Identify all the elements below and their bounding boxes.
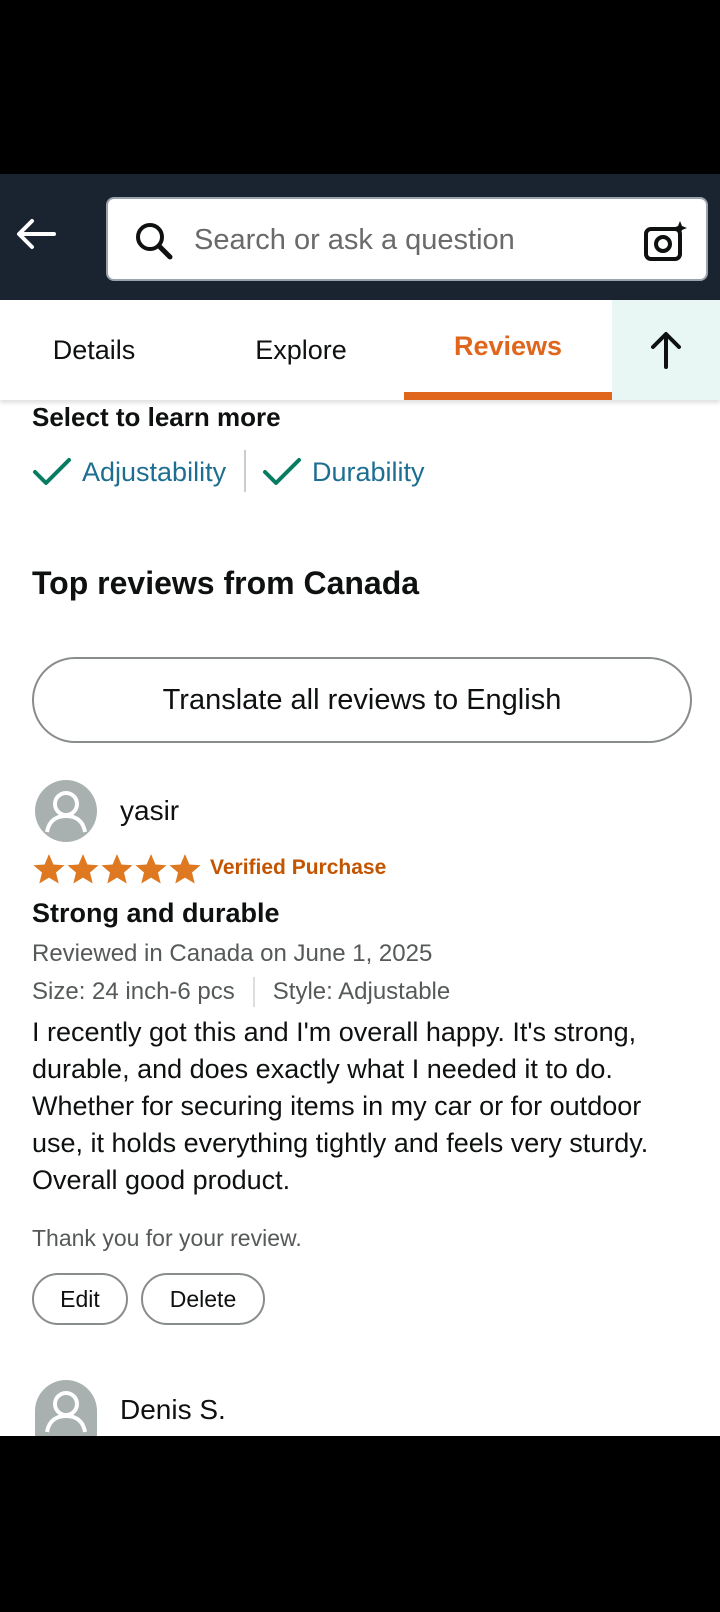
checkmark-icon [33,458,71,485]
star-icon [169,854,201,884]
verified-purchase-badge: Verified Purchase [210,856,387,879]
status-bar-area [0,0,720,174]
chip-adjustability[interactable]: Adjustability [32,450,226,494]
back-arrow-icon[interactable] [14,212,58,256]
arrow-up-icon [651,332,681,369]
top-reviews-heading: Top reviews from Canada [32,565,420,601]
review-thanks-note: Thank you for your review. [32,1225,302,1251]
edit-review-button[interactable]: Edit [32,1273,128,1325]
review-date: Reviewed in Canada on June 1, 2025 [32,940,433,967]
search-icon [136,223,173,260]
tab-bar: Details Explore Reviews [0,300,720,400]
scroll-to-top-button[interactable] [612,300,720,400]
review-body: I recently got this and I'm overall happ… [32,1017,649,1195]
star-icon [101,854,133,884]
avatar [35,780,97,842]
reviewer-name[interactable]: yasir [120,795,179,827]
variant-size: Size: 24 inch-6 pcs [32,978,235,1005]
camera-search-icon[interactable] [642,219,688,265]
avatar [35,1380,97,1436]
star-icon [33,854,65,884]
search-bar[interactable] [106,197,708,281]
chip-divider [244,450,246,492]
translate-reviews-button[interactable]: Translate all reviews to English [32,657,692,743]
tab-explore[interactable]: Explore [202,300,400,400]
learn-more-title: Select to learn more [32,402,281,432]
active-tab-indicator [404,392,612,400]
star-rating [32,852,202,886]
checkmark-icon [263,458,301,485]
star-icon [135,854,167,884]
tab-reviews[interactable]: Reviews [404,300,612,396]
top-navigation-bar [0,174,720,300]
chip-label: Durability [312,456,425,487]
search-input[interactable] [192,215,616,265]
review-variant: Size: 24 inch-6 pcs Style: Adjustable [32,977,450,1007]
star-icon [67,854,99,884]
delete-review-button[interactable]: Delete [141,1273,265,1325]
variant-style: Style: Adjustable [272,978,451,1005]
user-icon [45,1391,87,1433]
chip-label: Adjustability [82,456,227,487]
review-title: Strong and durable [32,898,280,928]
reviewer-name[interactable]: Denis S. [120,1394,226,1426]
navigation-bar-area [0,1436,720,1612]
user-icon [45,791,87,833]
variant-divider [252,977,255,1007]
chip-durability[interactable]: Durability [262,450,425,494]
tab-details[interactable]: Details [0,300,188,400]
